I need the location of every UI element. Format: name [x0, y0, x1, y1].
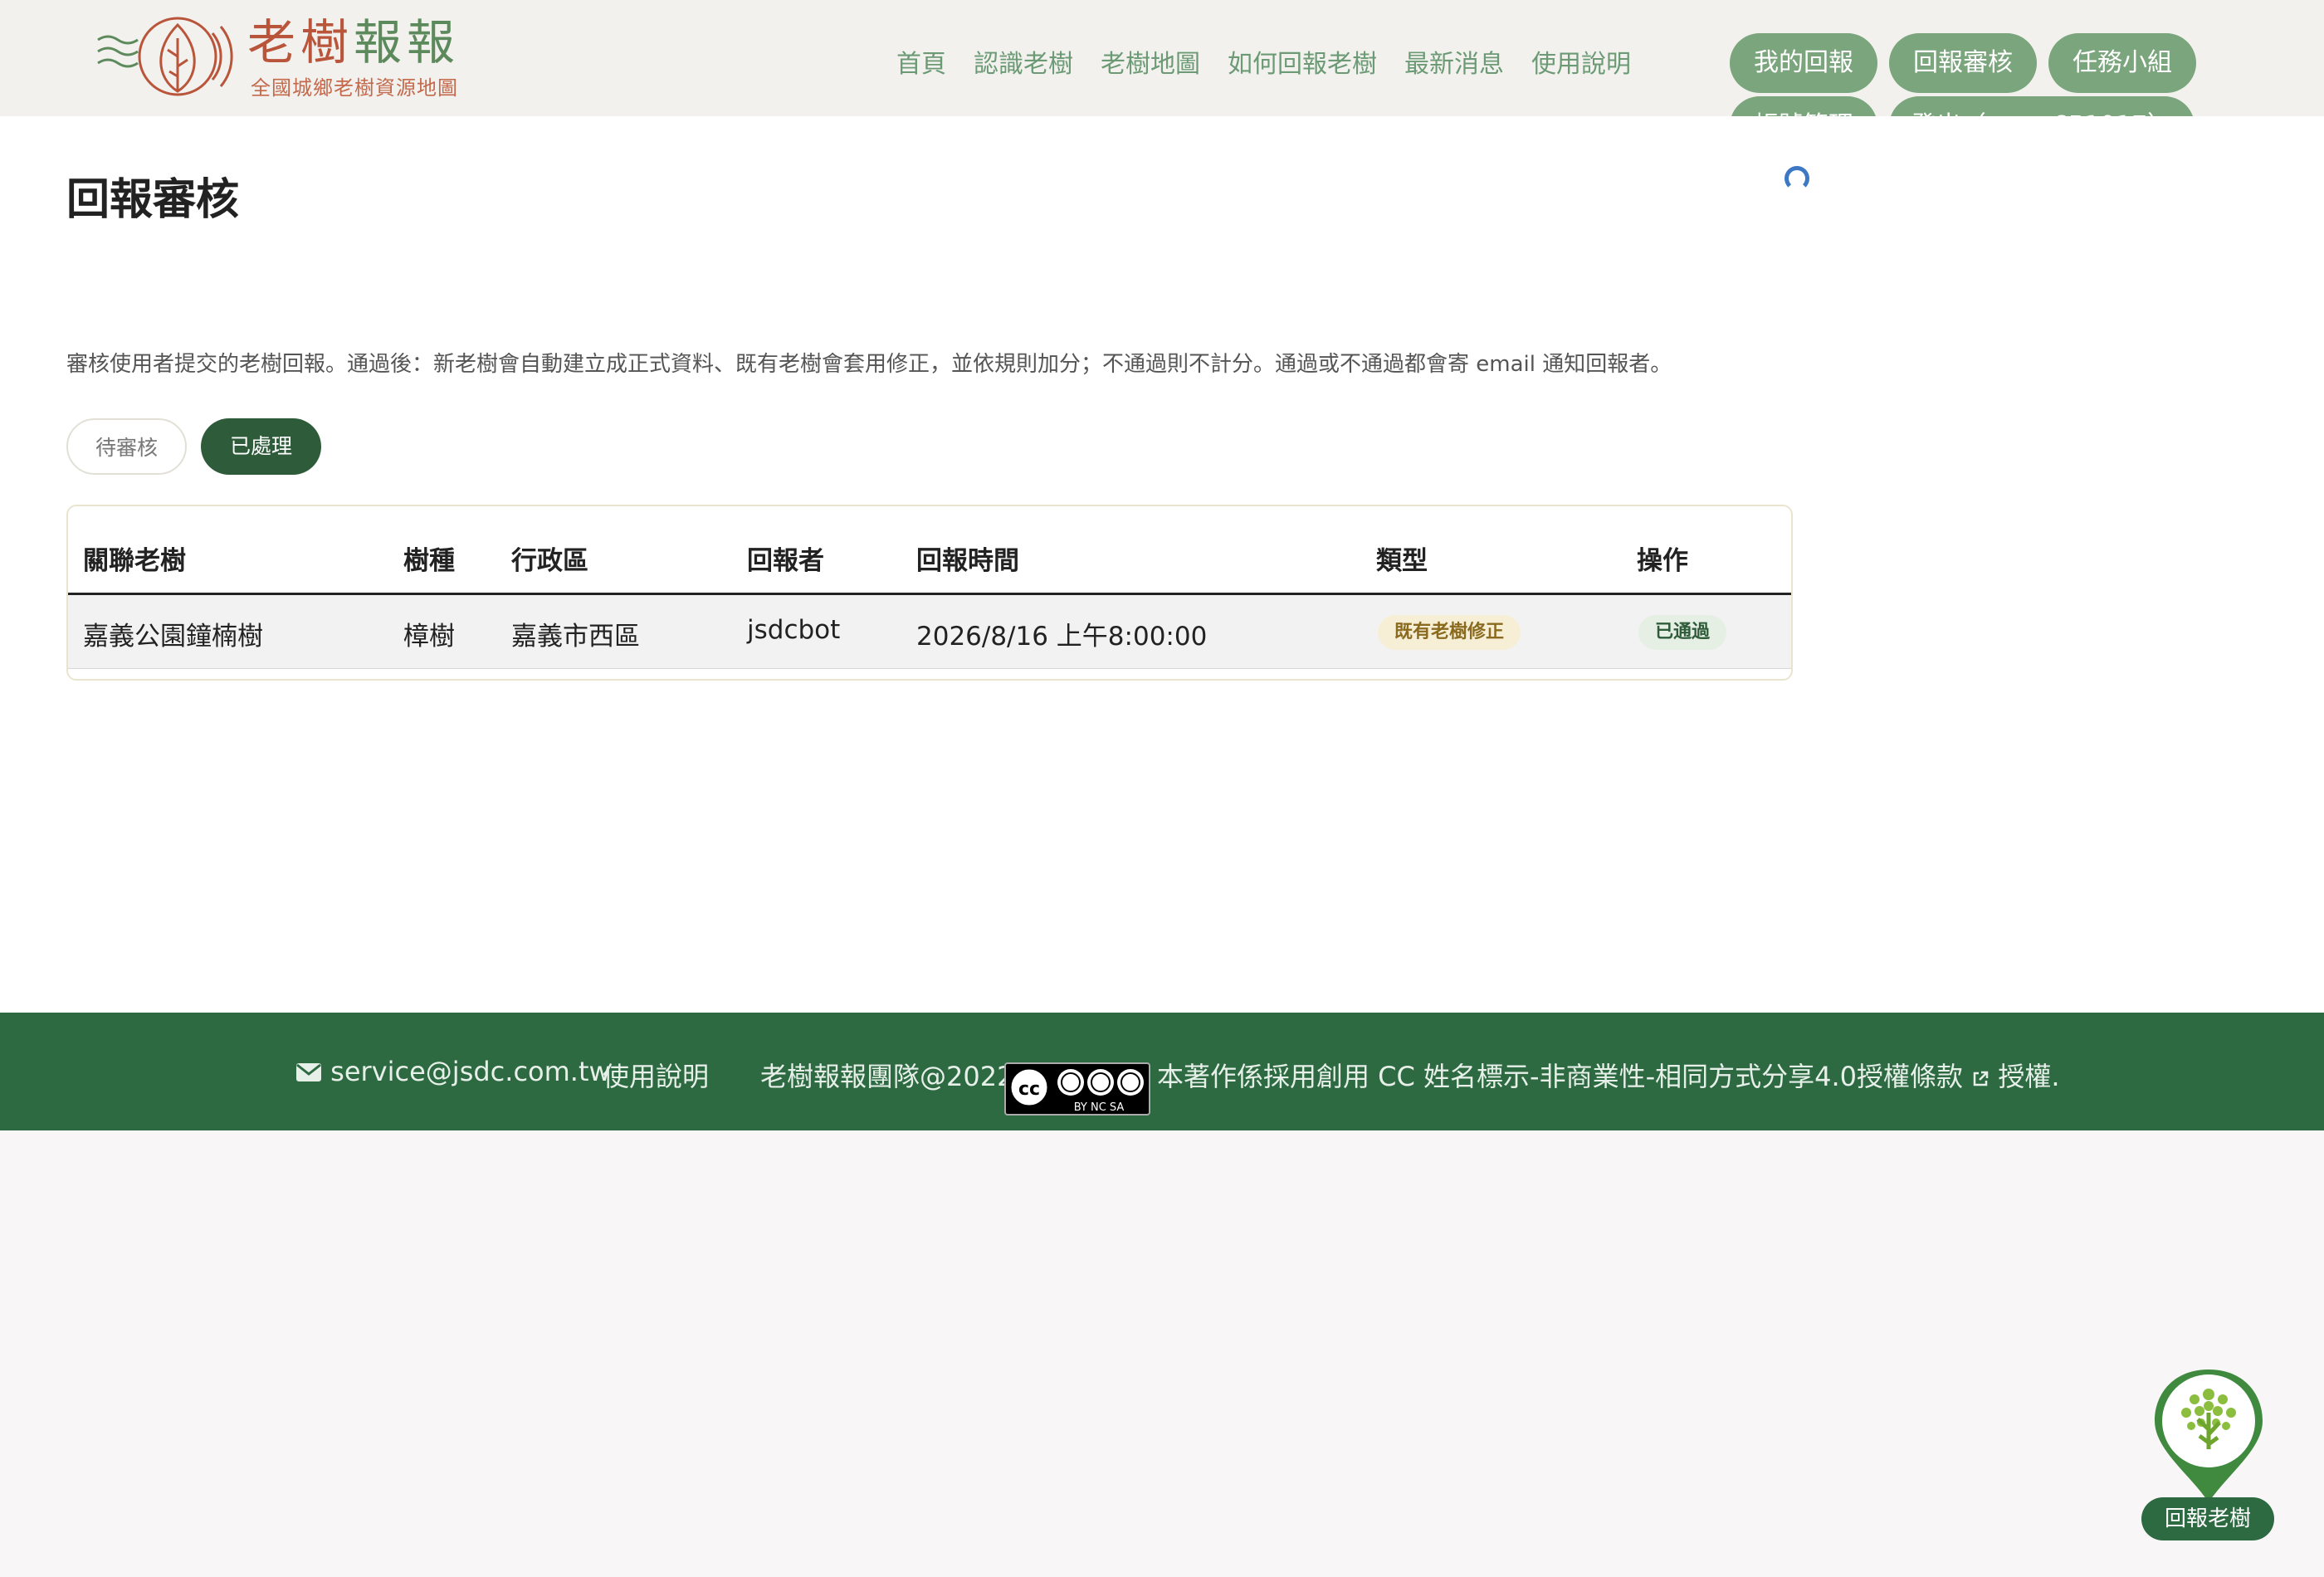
col-action: 操作	[1637, 546, 1688, 576]
logo-title-part2: 報報	[354, 14, 461, 71]
external-link-icon	[1973, 1071, 1989, 1086]
loading-spinner-icon	[1784, 166, 1809, 191]
tree-icon	[2155, 1370, 2263, 1502]
logo-title: 老樹報報	[247, 14, 461, 71]
logo-icon	[97, 17, 233, 96]
col-tree: 關聯老樹	[83, 546, 186, 576]
site-logo[interactable]: 老樹報報 全國城鄉老樹資源地圖	[96, 15, 495, 103]
site-footer: service@jsdc.com.tw 使用說明 老樹報報團隊@2022 cc …	[0, 1013, 2324, 1130]
logo-title-part1: 老樹	[247, 14, 354, 71]
nav-home[interactable]: 首頁	[896, 43, 946, 80]
review-button[interactable]: 回報審核	[1889, 33, 2037, 93]
my-reports-button[interactable]: 我的回報	[1730, 33, 1877, 93]
review-table: 關聯老樹 樹種 行政區 回報者 回報時間 類型 操作 嘉義公園鐘楠樹 樟樹 嘉義…	[66, 505, 1793, 681]
page-title: 回報審核	[66, 175, 240, 225]
cc-license-icon[interactable]: cc BY NC SA	[1004, 1062, 1150, 1116]
footer-email-text: service@jsdc.com.tw	[330, 1056, 611, 1087]
col-reporter: 回報者	[747, 546, 824, 576]
nav-about-trees[interactable]: 認識老樹	[974, 43, 1073, 80]
footer-license-link[interactable]: 本著作係採用創用 CC 姓名標示-非商業性-相同方式分享4.0授權條款 授權.	[1157, 1056, 2060, 1094]
col-time: 回報時間	[916, 546, 1019, 576]
nav-news[interactable]: 最新消息	[1404, 43, 1504, 80]
site-header: 老樹報報 全國城鄉老樹資源地圖 首頁 認識老樹 老樹地圖 如何回報老樹 最新消息…	[0, 0, 2324, 156]
footer-email-link[interactable]: service@jsdc.com.tw	[295, 1056, 611, 1087]
col-species: 樹種	[403, 546, 455, 576]
footer-team-text: 老樹報報團隊@2022	[760, 1061, 1014, 1092]
type-badge: 既有老樹修正	[1378, 615, 1521, 650]
tab-pending[interactable]: 待審核	[66, 418, 187, 475]
cell-district: 嘉義市西區	[511, 622, 640, 652]
task-group-button[interactable]: 任務小組	[2048, 33, 2196, 93]
nav-tree-map[interactable]: 老樹地圖	[1101, 43, 1200, 80]
col-type: 類型	[1376, 546, 1428, 576]
nav-help[interactable]: 使用說明	[1531, 43, 1631, 80]
cell-reporter: jsdcbot	[747, 615, 841, 645]
footer-help-link[interactable]: 使用說明	[603, 1056, 709, 1094]
table-row[interactable]: 嘉義公園鐘楠樹 樟樹 嘉義市西區 jsdcbot 2026/8/16 上午8:0…	[68, 595, 1791, 669]
main-nav: 首頁 認識老樹 老樹地圖 如何回報老樹 最新消息 使用說明	[896, 43, 1658, 80]
svg-text:cc: cc	[1018, 1079, 1040, 1100]
cc-badge-graphic: cc BY NC SA	[1008, 1067, 1144, 1114]
cell-time: 2026/8/16 上午8:00:00	[916, 622, 1208, 652]
footer-license-suffix: 授權.	[1998, 1061, 2060, 1092]
table-header: 關聯老樹 樹種 行政區 回報者 回報時間 類型 操作	[68, 506, 1791, 595]
nav-how-to-report[interactable]: 如何回報老樹	[1228, 43, 1377, 80]
logo-subtitle: 全國城鄉老樹資源地圖	[251, 76, 458, 100]
cell-tree: 嘉義公園鐘楠樹	[83, 622, 263, 652]
col-district: 行政區	[511, 546, 588, 576]
envelope-icon	[296, 1063, 321, 1081]
tab-processed[interactable]: 已處理	[201, 418, 321, 475]
footer-license-text: 本著作係採用創用 CC 姓名標示-非商業性-相同方式分享4.0授權條款	[1157, 1061, 1964, 1092]
cell-species: 樟樹	[403, 622, 455, 652]
cc-badge-text: BY NC SA	[1074, 1101, 1125, 1114]
report-tree-fab-label[interactable]: 回報老樹	[2141, 1497, 2274, 1540]
page-description: 審核使用者提交的老樹回報。通過後：新老樹會自動建立成正式資料、既有老樹會套用修正…	[66, 352, 1672, 377]
status-badge: 已通過	[1638, 615, 1727, 650]
